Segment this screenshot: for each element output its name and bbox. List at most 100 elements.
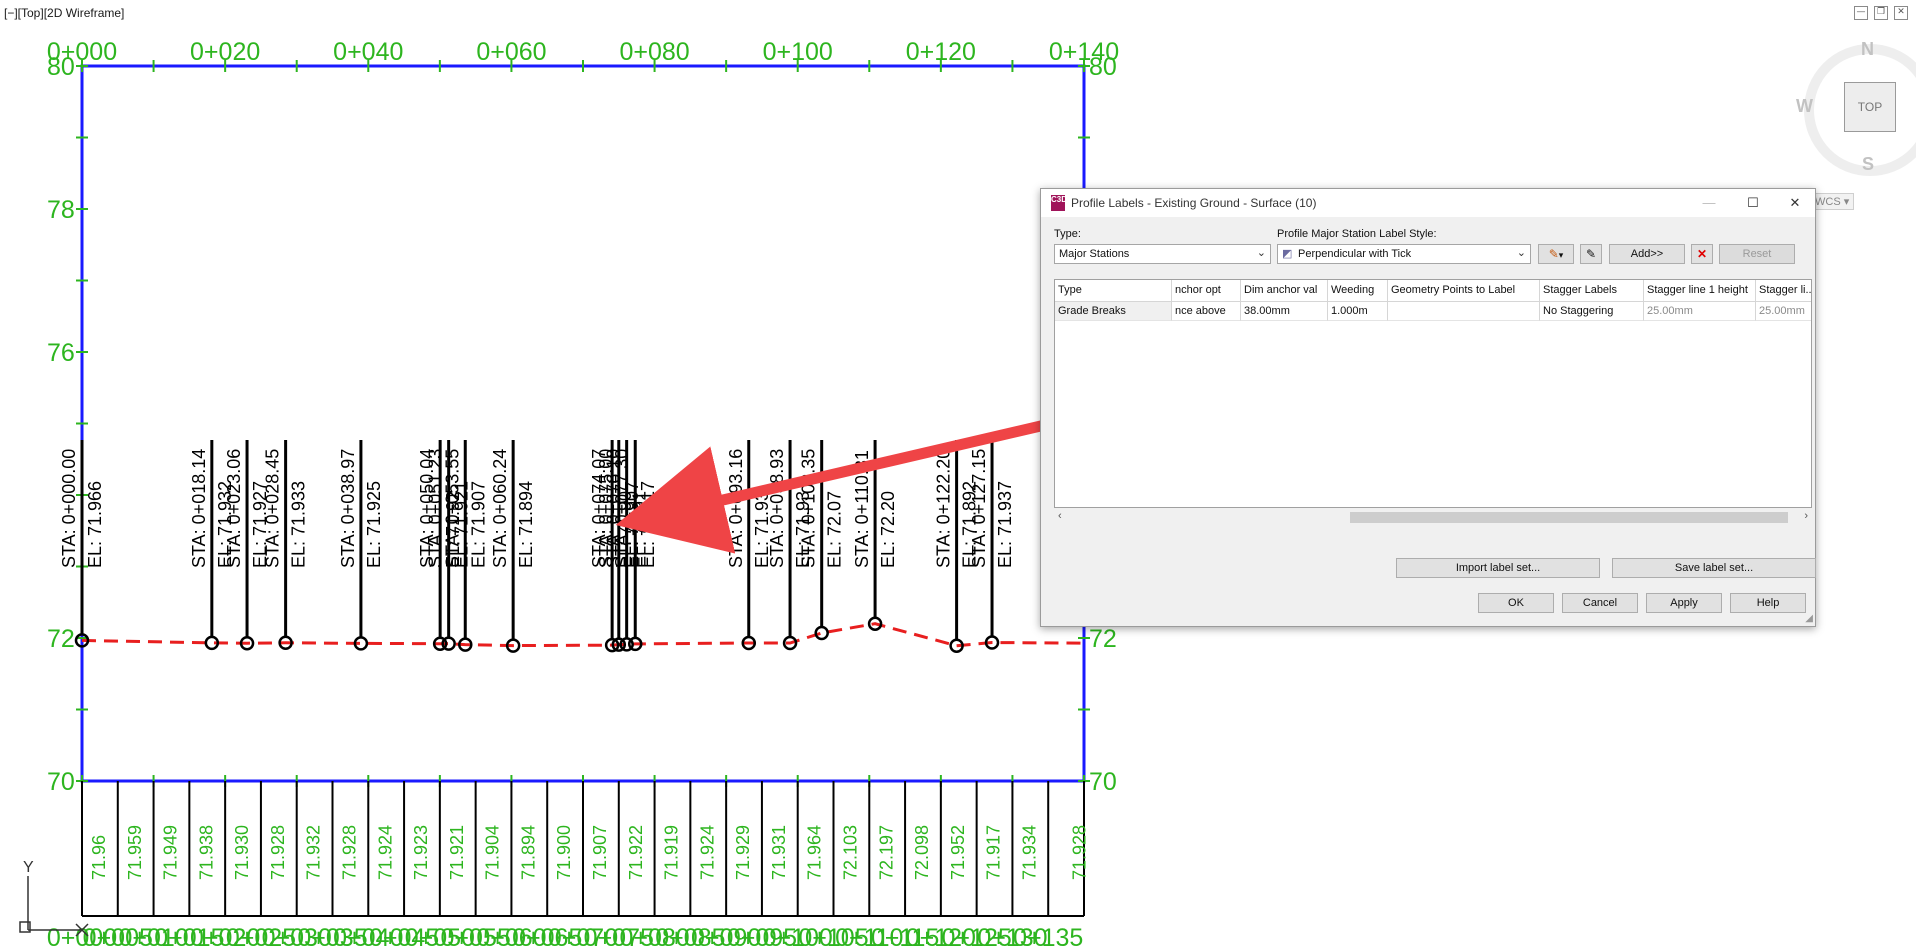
help-button[interactable]: Help (1730, 593, 1806, 613)
column-header[interactable]: Stagger Labels (1540, 280, 1644, 302)
band-elevation-value: 71.934 (1019, 825, 1039, 880)
close-icon[interactable]: ✕ (1781, 193, 1809, 213)
view-cube[interactable]: N S W E TOP (1790, 30, 1916, 190)
band-elevation-value: 71.907 (590, 825, 610, 880)
apply-button[interactable]: Apply (1646, 593, 1722, 613)
dialog-titlebar[interactable]: C3D Profile Labels - Existing Ground - S… (1041, 189, 1815, 217)
style-icon: ◩ (1282, 248, 1293, 260)
table-cell[interactable]: 25.00mm (1644, 302, 1756, 321)
cancel-button[interactable]: Cancel (1562, 593, 1638, 613)
profile-labels-dialog: C3D Profile Labels - Existing Ground - S… (1040, 188, 1816, 627)
ucs-y-label: Y (23, 859, 34, 876)
band-elevation-value: 71.904 (483, 825, 503, 880)
band-elevation-value: 71.921 (447, 825, 467, 880)
table-cell[interactable]: 25.00mm (1756, 302, 1811, 321)
band-elevation-value: 71.928 (268, 825, 288, 880)
band-elevation-value: 71.931 (769, 825, 789, 880)
scrollbar-thumb[interactable] (1350, 512, 1788, 523)
elevation-label: EL: 71.907 (468, 481, 488, 568)
elevation-label: EL: 71.917 (638, 481, 658, 568)
band-elevation-value: 71.938 (196, 825, 216, 880)
edit-style-menu-button[interactable]: ✎▾ (1538, 244, 1574, 264)
table-cell[interactable]: No Staggering (1540, 302, 1644, 321)
column-header[interactable]: Type (1055, 280, 1172, 302)
station-label: STA: 0+098.93 (767, 449, 787, 568)
minimize-icon[interactable]: — (1854, 6, 1868, 20)
minimize-icon[interactable]: — (1695, 193, 1723, 213)
import-label-set-button[interactable]: Import label set... (1396, 558, 1600, 578)
chevron-down-icon: ⌄ (1256, 247, 1266, 259)
delete-button[interactable]: ✕ (1691, 244, 1713, 264)
resize-grip-icon[interactable]: ◢ (1805, 613, 1813, 624)
column-header[interactable]: nchor opt (1172, 280, 1241, 302)
column-header[interactable]: Geometry Points to Label (1388, 280, 1540, 302)
compass-north[interactable]: N (1861, 39, 1874, 60)
bottom-station-label: 0+135 (1013, 924, 1083, 950)
station-label: STA: 0+018.14 (189, 449, 209, 568)
label-style-value: Perpendicular with Tick (1298, 248, 1412, 260)
table-cell[interactable]: 1.000m (1328, 302, 1388, 321)
column-header[interactable]: Stagger li... (1756, 280, 1811, 302)
table-cell[interactable]: 38.00mm (1241, 302, 1328, 321)
band-elevation-value: 71.928 (1070, 825, 1090, 880)
elevation-label: EL: 71.966 (85, 481, 105, 568)
elevation-label: EL: 71.894 (516, 481, 536, 568)
view-cube-top-face[interactable]: TOP (1844, 82, 1896, 132)
band-elevation-value: 72.103 (841, 825, 861, 880)
elevation-label: EL: 71.925 (364, 481, 384, 568)
pick-style-button[interactable]: ✎ (1580, 244, 1602, 264)
elevation-label: EL: 71.933 (289, 481, 309, 568)
table-cell[interactable]: nce above (1172, 302, 1241, 321)
close-icon[interactable]: ✕ (1894, 6, 1908, 20)
type-label: Type: (1054, 228, 1081, 240)
dialog-title: Profile Labels - Existing Ground - Surfa… (1071, 196, 1317, 210)
top-station-label: 0+020 (190, 38, 260, 66)
elevation-label-right: 70 (1089, 768, 1117, 796)
compass-south[interactable]: S (1862, 154, 1874, 175)
elevation-label-left: 72 (47, 625, 75, 653)
maximize-icon[interactable]: ☐ (1739, 193, 1767, 213)
profile-grid-frame (80, 64, 1086, 783)
restore-icon[interactable]: ❐ (1874, 6, 1888, 20)
band-elevation-value: 71.923 (411, 825, 431, 880)
station-label: STA: 0+077.30 (612, 449, 632, 568)
label-style-select[interactable]: Perpendicular with Tick ◩ ⌄ (1277, 244, 1531, 264)
band-elevation-value: 71.952 (948, 825, 968, 880)
band-elevation-value: 71.924 (697, 825, 717, 880)
column-header[interactable]: Weeding (1328, 280, 1388, 302)
elevation-label-left: 76 (47, 339, 75, 367)
band-elevation-value: 71.964 (805, 825, 825, 880)
compass-west[interactable]: W (1796, 96, 1813, 117)
column-header[interactable]: Dim anchor val (1241, 280, 1328, 302)
edit-style-icon: ✎ (1548, 247, 1559, 261)
label-grid[interactable]: Type nchor opt Dim anchor val Weeding Ge… (1054, 279, 1812, 508)
table-cell[interactable]: Grade Breaks (1055, 302, 1172, 321)
station-label: STA: 0+103.35 (799, 449, 819, 568)
save-label-set-button[interactable]: Save label set... (1612, 558, 1816, 578)
scroll-left-icon[interactable]: ‹ (1058, 510, 1062, 522)
viewport-controls-label[interactable]: [−][Top][2D Wireframe] (4, 6, 124, 20)
elevation-label-left: 78 (47, 196, 75, 224)
elevation-label-left: 70 (47, 768, 75, 796)
column-header[interactable]: Stagger line 1 height (1644, 280, 1756, 302)
type-select-value: Major Stations (1059, 248, 1130, 260)
wcs-menu[interactable]: WCS ▾ (1810, 193, 1855, 210)
scroll-right-icon[interactable]: › (1804, 510, 1808, 522)
elevation-label: EL: 71.937 (995, 481, 1015, 568)
add-button[interactable]: Add>> (1609, 244, 1685, 264)
horizontal-scrollbar[interactable]: ‹ › (1054, 509, 1812, 526)
band-elevation-value: 71.919 (662, 825, 682, 880)
band-elevation-value: 72.197 (876, 825, 896, 880)
station-label: STA: 0+023.06 (224, 449, 244, 568)
ok-button[interactable]: OK (1478, 593, 1554, 613)
reset-button[interactable]: Reset (1719, 244, 1795, 264)
type-select[interactable]: Major Stations ⌄ (1054, 244, 1271, 264)
table-cell[interactable] (1388, 302, 1540, 321)
band-elevation-value: 71.900 (554, 825, 574, 880)
band-elevation-value: 71.922 (626, 825, 646, 880)
band-elevation-value: 71.949 (161, 825, 181, 880)
band-elevation-value: 71.930 (232, 825, 252, 880)
band-elevation-value: 71.917 (984, 825, 1004, 880)
top-station-label: 0+100 (763, 38, 833, 66)
existing-ground-profile (81, 622, 1085, 648)
